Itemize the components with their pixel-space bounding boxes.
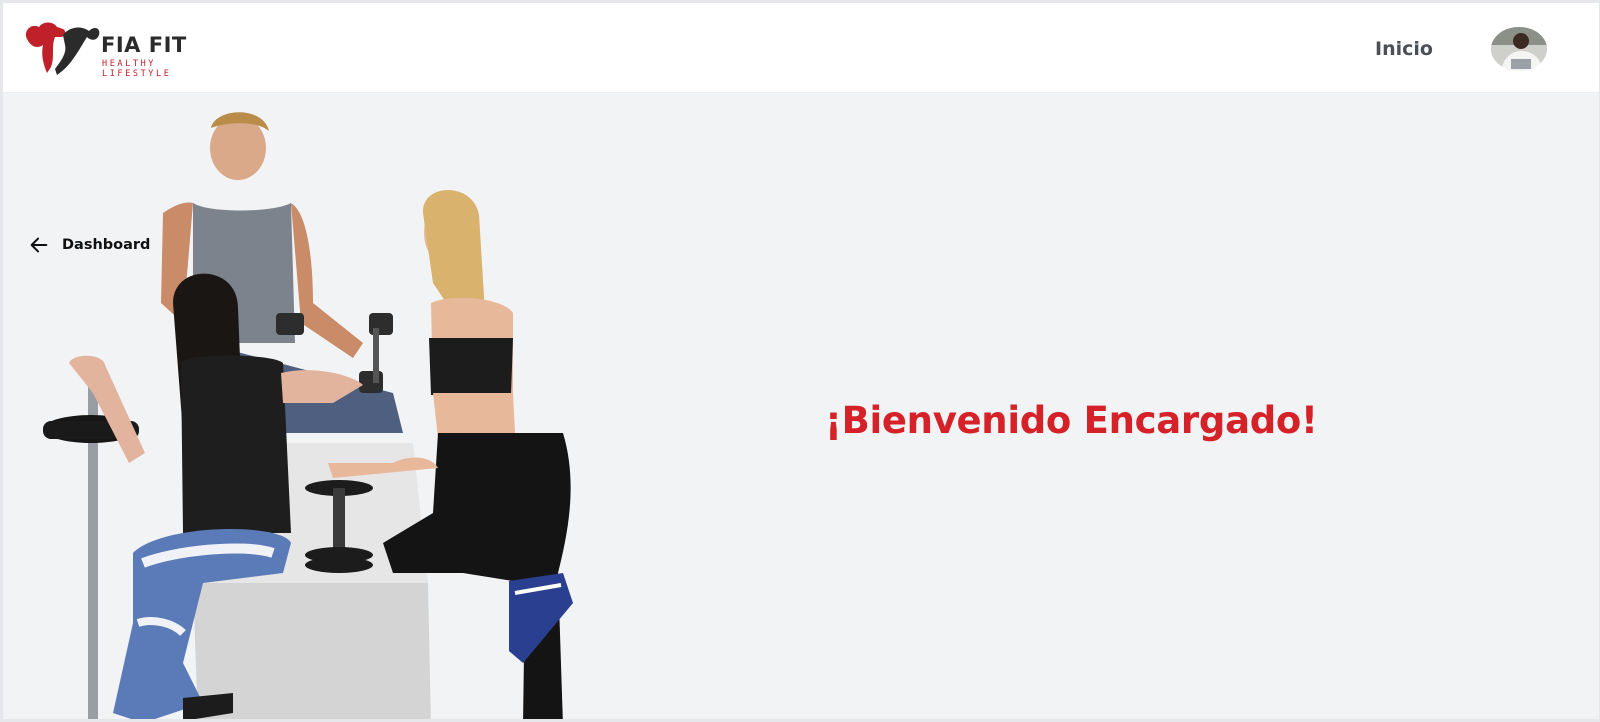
brand-name: FIA FIT [101,33,187,57]
back-link-label: Dashboard [62,237,151,253]
avatar-photo-icon [1491,27,1547,71]
arrow-left-icon [30,237,48,253]
fitness-group-photo-icon [43,112,573,719]
top-navbar: FIA FIT HEALTHY LIFESTYLE Inicio [3,3,1599,93]
welcome-heading: ¡Bienvenido Encargado! [825,399,1318,442]
nav-link-inicio[interactable]: Inicio [1375,38,1433,60]
back-to-dashboard-link[interactable]: Dashboard [28,233,150,257]
user-avatar[interactable] [1491,27,1547,71]
app-frame: FIA FIT HEALTHY LIFESTYLE Inicio Dashboa… [0,0,1600,722]
brand-tagline: HEALTHY LIFESTYLE [102,59,172,79]
